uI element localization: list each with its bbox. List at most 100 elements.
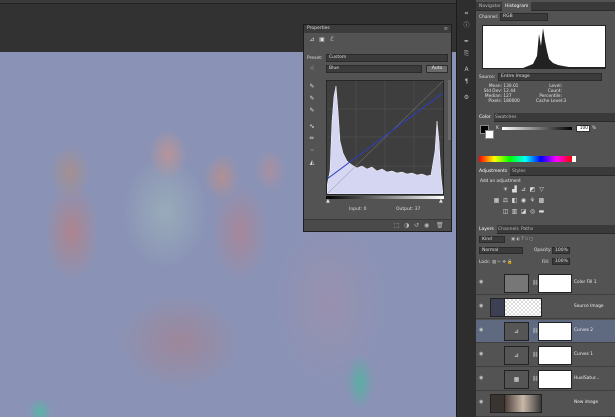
layer-name: Hue/Satur...: [574, 376, 600, 381]
white-point-eyedropper-icon[interactable]: ✎: [308, 107, 316, 115]
color-spectrum[interactable]: [479, 156, 572, 162]
blend-mode-value: Normal: [482, 248, 499, 253]
black-white-icon[interactable]: ◧: [511, 197, 518, 204]
k-value-input[interactable]: 100: [576, 125, 590, 132]
channel-select[interactable]: Blue: [326, 65, 422, 73]
auto-button[interactable]: Auto: [426, 65, 448, 73]
curves-graph[interactable]: [326, 80, 444, 195]
photo-filter-icon[interactable]: ◉: [520, 197, 527, 204]
brightness-contrast-icon[interactable]: ☀: [502, 186, 509, 193]
history-icon[interactable]: ⌗: [462, 10, 471, 18]
layer-row[interactable]: ◉ ⛓ Color Fill 1: [476, 272, 615, 295]
pencil-draw-icon[interactable]: ✏: [308, 135, 316, 143]
curves-icon[interactable]: ⊿: [520, 186, 527, 193]
layer-row[interactable]: ◉ ⊿ ⛓ Curves 1: [476, 344, 615, 367]
eye-icon[interactable]: ◉: [479, 303, 483, 309]
layer-thumbnail: [504, 274, 529, 293]
source-select[interactable]: Entire Image: [498, 73, 602, 81]
eye-icon[interactable]: ◉: [479, 399, 483, 405]
invert-icon[interactable]: ◫: [502, 208, 509, 215]
k-unit: %: [592, 126, 597, 131]
fill-input[interactable]: 100%: [552, 258, 570, 265]
layer-row[interactable]: ◉ Source Image: [476, 296, 615, 319]
paragraph-icon[interactable]: ¶: [462, 78, 471, 86]
output-readout: Output: 37: [396, 207, 421, 212]
color-lookup-icon[interactable]: ▩: [538, 197, 545, 204]
gradient-map-icon[interactable]: ▬: [538, 208, 545, 215]
black-slider-icon[interactable]: ▲: [326, 198, 330, 204]
properties-panel: Properties ≡ ⊿ ▣ ℰ Preset: Custom ☝ Blue…: [303, 24, 452, 232]
layer-row[interactable]: ◉ New image: [476, 392, 615, 417]
layer-mask-thumbnail: [538, 322, 572, 341]
fill-value: 100%: [555, 259, 568, 264]
source-value: Entire Image: [501, 74, 530, 79]
levels-icon[interactable]: ▟: [511, 186, 518, 193]
kind-value: Kind: [482, 237, 492, 242]
background-color-swatch[interactable]: [485, 130, 494, 139]
histogram-svg: [483, 28, 605, 68]
threshold-icon[interactable]: ◪: [520, 208, 527, 215]
spectrum-white[interactable]: [572, 156, 576, 162]
character-icon[interactable]: A: [462, 66, 471, 74]
curves-adjustment-icon: ⊿: [504, 346, 529, 365]
channel-value: Blue: [329, 66, 339, 71]
vibrance-icon[interactable]: ▽: [538, 186, 545, 193]
tab-histogram[interactable]: Histogram: [502, 2, 532, 11]
fill-label: Fill:: [542, 260, 550, 265]
color-tabs: Color Swatches: [476, 113, 615, 122]
filter-type-icons[interactable]: ▣ ◐ T ⌑ ▢: [511, 237, 533, 242]
layer-name: Curves 1: [574, 352, 594, 357]
mask-icon[interactable]: ▣: [318, 36, 326, 44]
clone-source-icon[interactable]: ⎘: [462, 50, 471, 58]
source-label: Source:: [479, 75, 496, 80]
color-balance-icon[interactable]: ⚖: [502, 197, 509, 204]
properties-icon[interactable]: ⚙: [462, 94, 471, 102]
delete-icon[interactable]: 🗑: [436, 222, 444, 229]
eye-icon[interactable]: ◉: [479, 279, 483, 285]
panel-menu-icon[interactable]: ≡: [444, 26, 448, 32]
properties-scrollbar[interactable]: [448, 80, 451, 140]
layer-row[interactable]: ◉ ⊿ ⛓ Curves 2: [476, 320, 615, 343]
hue-saturation-icon[interactable]: ▦: [493, 197, 500, 204]
white-slider-icon[interactable]: ▲: [439, 198, 443, 204]
curve-edit-points-icon[interactable]: ∿: [308, 123, 316, 131]
lock-label: Lock:: [479, 260, 491, 265]
tab-navigator[interactable]: Navigator: [476, 2, 504, 11]
exposure-icon[interactable]: ◩: [529, 186, 536, 193]
eye-icon[interactable]: ◉: [479, 327, 483, 333]
preset-select[interactable]: Custom: [326, 54, 448, 62]
layers-tabs: Layers Channels Paths: [476, 225, 615, 234]
on-image-adjust-icon[interactable]: ☝: [308, 65, 316, 73]
gray-point-eyedropper-icon[interactable]: ✎: [308, 95, 316, 103]
layer-row[interactable]: ◉ ▦ ⛓ Hue/Satur...: [476, 368, 615, 391]
tab-styles[interactable]: Styles: [509, 167, 529, 176]
properties-title: Properties: [304, 25, 451, 33]
black-point-eyedropper-icon[interactable]: ✎: [308, 83, 316, 91]
histogram-channel-select[interactable]: RGB: [500, 13, 548, 21]
posterize-icon[interactable]: ▥: [511, 208, 518, 215]
k-slider[interactable]: [502, 127, 572, 130]
reset-icon[interactable]: ↺: [414, 222, 419, 229]
view-previous-icon[interactable]: ◑: [404, 222, 409, 229]
tab-swatches[interactable]: Swatches: [492, 113, 520, 122]
selective-color-icon[interactable]: ◎: [529, 208, 536, 215]
clip-to-layer-icon[interactable]: ⬚: [394, 222, 400, 229]
tab-adjustments[interactable]: Adjustments: [476, 167, 511, 176]
blend-mode-select[interactable]: Normal: [479, 247, 523, 254]
right-panel: Navigator Histogram Channel: RGB Source:…: [476, 0, 615, 417]
tab-paths[interactable]: Paths: [518, 225, 536, 234]
smooth-curve-icon[interactable]: ≈: [308, 147, 316, 155]
eye-icon[interactable]: ◉: [479, 351, 483, 357]
clipping-warning-icon[interactable]: ◭: [308, 159, 316, 167]
eye-icon[interactable]: ◉: [479, 375, 483, 381]
histogram-stats-right: Level: Count: Percentile: Cache Level: 3: [536, 84, 606, 104]
layer-filter-kind[interactable]: Kind: [479, 236, 505, 243]
opacity-input[interactable]: 100%: [552, 247, 570, 254]
brush-icon[interactable]: ✒: [462, 38, 471, 46]
histogram-tabs: Navigator Histogram: [476, 2, 615, 11]
visibility-icon[interactable]: ◉: [424, 222, 429, 229]
tab-layers[interactable]: Layers: [476, 225, 497, 234]
info-icon[interactable]: ⓘ: [462, 22, 471, 30]
channel-mixer-icon[interactable]: ⚘: [529, 197, 536, 204]
lock-icons[interactable]: ▦ ✏ ✥ 🔒: [492, 260, 513, 265]
